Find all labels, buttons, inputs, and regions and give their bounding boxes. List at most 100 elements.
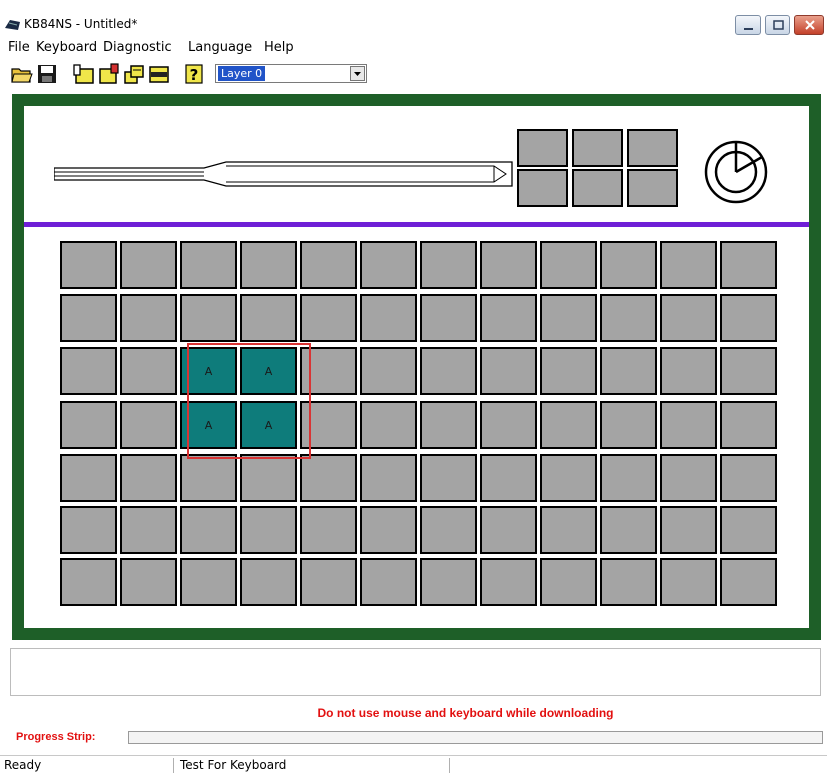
keyboard-key[interactable]: [480, 294, 537, 342]
keyboard-key[interactable]: [540, 294, 597, 342]
keyboard-key[interactable]: [540, 558, 597, 606]
keyboard-key[interactable]: [720, 241, 777, 289]
keyboard-key[interactable]: [600, 558, 657, 606]
keyboard-key[interactable]: [180, 454, 237, 502]
keyboard-key[interactable]: [420, 347, 477, 395]
top-key[interactable]: [627, 169, 678, 207]
keyboard-key[interactable]: [420, 401, 477, 449]
keyboard-key[interactable]: [60, 294, 117, 342]
keyboard-key[interactable]: [180, 506, 237, 554]
menu-diagnostic[interactable]: Diagnostic: [103, 40, 172, 55]
menu-help[interactable]: Help: [264, 40, 294, 55]
keyboard-layout-icon[interactable]: [73, 63, 95, 85]
keyboard-key-assigned[interactable]: A: [240, 347, 297, 395]
keyboard-key[interactable]: [180, 294, 237, 342]
keyboard-key[interactable]: [360, 294, 417, 342]
keyboard-key[interactable]: [120, 454, 177, 502]
keyboard-key[interactable]: [360, 241, 417, 289]
keyboard-key[interactable]: [60, 347, 117, 395]
keyboard-key[interactable]: [480, 401, 537, 449]
keyboard-key[interactable]: [300, 558, 357, 606]
keyboard-key[interactable]: [240, 558, 297, 606]
keyboard-key[interactable]: [120, 241, 177, 289]
top-key[interactable]: [517, 169, 568, 207]
keyboard-key[interactable]: [240, 241, 297, 289]
keyboard-key[interactable]: [300, 294, 357, 342]
keyboard-key[interactable]: [60, 241, 117, 289]
keyboard-key[interactable]: [240, 294, 297, 342]
keyboard-key[interactable]: [360, 558, 417, 606]
maximize-button[interactable]: [765, 15, 790, 35]
keyboard-key[interactable]: [480, 454, 537, 502]
keyboard-key[interactable]: [420, 558, 477, 606]
keyboard-key-assigned[interactable]: A: [180, 401, 237, 449]
keyboard-key[interactable]: [660, 506, 717, 554]
message-box[interactable]: [10, 648, 821, 696]
keyboard-key[interactable]: [300, 347, 357, 395]
menu-language[interactable]: Language: [188, 40, 252, 55]
keyboard-key[interactable]: [600, 294, 657, 342]
keyboard-key[interactable]: [660, 454, 717, 502]
top-key[interactable]: [572, 169, 623, 207]
keyboard-key[interactable]: [480, 558, 537, 606]
keyboard-key[interactable]: [180, 558, 237, 606]
keylock-icon[interactable]: [696, 132, 776, 212]
keyboard-key[interactable]: [120, 506, 177, 554]
keyboard-key-assigned[interactable]: A: [180, 347, 237, 395]
keyboard-key[interactable]: [60, 454, 117, 502]
keyboard-key[interactable]: [660, 401, 717, 449]
keyboard-key[interactable]: [120, 347, 177, 395]
help-icon[interactable]: ?: [183, 63, 205, 85]
keyboard-key[interactable]: [180, 241, 237, 289]
keyboard-key[interactable]: [300, 241, 357, 289]
keyboard-key[interactable]: [540, 401, 597, 449]
keyboard-key[interactable]: [540, 506, 597, 554]
keyboard-key[interactable]: [240, 454, 297, 502]
keyboard-key[interactable]: [420, 506, 477, 554]
minimize-button[interactable]: [735, 15, 761, 35]
close-button[interactable]: [794, 15, 824, 35]
top-key[interactable]: [572, 129, 623, 167]
keyboard-key[interactable]: [720, 401, 777, 449]
menu-file[interactable]: File: [8, 40, 30, 55]
keyboard-key[interactable]: [420, 454, 477, 502]
keyboard-key[interactable]: [720, 454, 777, 502]
keyboard-key[interactable]: [720, 506, 777, 554]
keyboard-key[interactable]: [720, 558, 777, 606]
keyboard-key[interactable]: [600, 401, 657, 449]
keyboard-key[interactable]: [720, 347, 777, 395]
keyboard-key[interactable]: [360, 401, 417, 449]
save-disk-icon[interactable]: [36, 63, 58, 85]
keyboard-edit-icon[interactable]: [98, 63, 120, 85]
keyboard-key[interactable]: [300, 401, 357, 449]
keyboard-key[interactable]: [60, 506, 117, 554]
keyboard-key[interactable]: [480, 241, 537, 289]
keyboard-key[interactable]: [600, 347, 657, 395]
dropdown-arrow-button[interactable]: [350, 66, 365, 81]
keyboard-key[interactable]: [360, 506, 417, 554]
keyboard-key[interactable]: [120, 294, 177, 342]
keyboard-key[interactable]: [480, 506, 537, 554]
keyboard-copy-icon[interactable]: [123, 63, 145, 85]
keyboard-key[interactable]: [60, 558, 117, 606]
keyboard-key[interactable]: [240, 506, 297, 554]
keyboard-key[interactable]: [660, 294, 717, 342]
keyboard-key[interactable]: [360, 347, 417, 395]
keyboard-key[interactable]: [480, 347, 537, 395]
keyboard-key[interactable]: [540, 241, 597, 289]
keyboard-bar-icon[interactable]: [148, 63, 170, 85]
keyboard-key[interactable]: [600, 241, 657, 289]
keyboard-key[interactable]: [300, 506, 357, 554]
menu-keyboard[interactable]: Keyboard: [36, 40, 97, 55]
keyboard-key[interactable]: [660, 241, 717, 289]
keyboard-key[interactable]: [420, 294, 477, 342]
keyboard-key[interactable]: [720, 294, 777, 342]
keyboard-key[interactable]: [660, 558, 717, 606]
keyboard-key[interactable]: [420, 241, 477, 289]
layer-dropdown[interactable]: Layer 0: [215, 64, 367, 83]
keyboard-key[interactable]: [360, 454, 417, 502]
keyboard-key-assigned[interactable]: A: [240, 401, 297, 449]
keyboard-key[interactable]: [120, 401, 177, 449]
keyboard-key[interactable]: [120, 558, 177, 606]
keyboard-key[interactable]: [600, 506, 657, 554]
